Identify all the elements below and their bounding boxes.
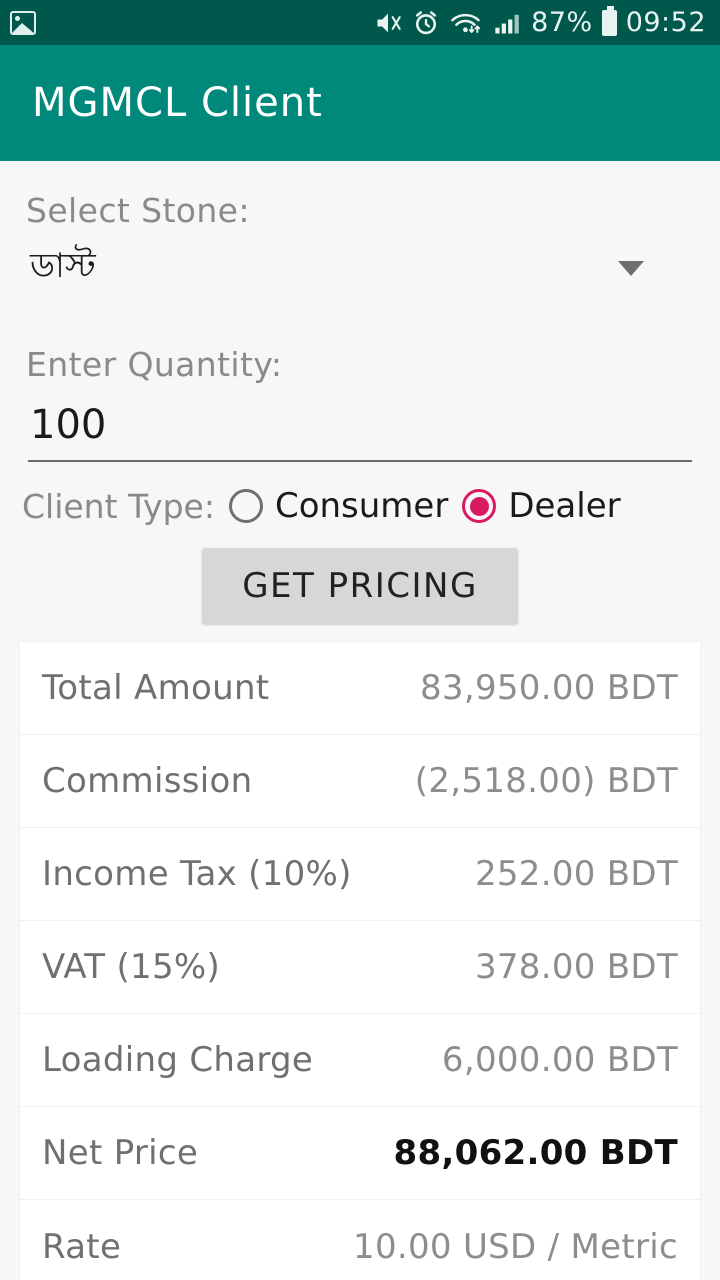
status-bar-notifications — [10, 10, 36, 35]
chevron-down-icon — [618, 261, 644, 276]
row-value: (2,518.00) BDT — [414, 761, 678, 801]
table-row: Loading Charge 6,000.00 BDT — [20, 1014, 700, 1107]
gallery-icon — [10, 10, 36, 35]
client-type-label: Client Type: — [22, 486, 215, 526]
row-label: Income Tax (10%) — [42, 854, 352, 894]
enter-quantity-label: Enter Quantity: — [26, 345, 283, 384]
row-label: VAT (15%) — [42, 947, 221, 987]
radio-dealer[interactable]: Dealer — [462, 486, 621, 526]
stone-selected-value: ডাস্ট — [30, 246, 96, 286]
stone-spinner[interactable]: ডাস্ট — [26, 236, 698, 309]
select-stone-label: Select Stone: — [26, 191, 250, 230]
enter-quantity-label-wrap: Enter Quantity: — [0, 309, 720, 384]
row-label: Rate — [42, 1226, 122, 1267]
table-row: Total Amount 83,950.00 BDT — [20, 642, 700, 735]
radio-consumer-indicator — [228, 489, 263, 523]
phone-screen: 87% 09:52 MGMCL Client Select Stone: ডাস… — [0, 0, 720, 1280]
pricing-results-table: Total Amount 83,950.00 BDT Commission (2… — [20, 642, 700, 1280]
app-bar: MGMCL Client — [0, 45, 720, 161]
table-row: Income Tax (10%) 252.00 BDT — [20, 828, 700, 921]
row-value: 88,062.00 BDT — [393, 1133, 678, 1173]
radio-consumer[interactable]: Consumer — [228, 486, 449, 526]
clock-label: 09:52 — [625, 7, 706, 38]
signal-bars-icon — [495, 14, 519, 33]
battery-percent-label: 87% — [531, 7, 593, 38]
table-row: VAT (15%) 378.00 BDT — [20, 921, 700, 1014]
client-type-row: Client Type: Consumer Dealer — [0, 462, 720, 526]
battery-icon — [601, 5, 617, 36]
main-content: Select Stone: ডাস্ট Enter Quantity: Clie… — [0, 161, 720, 1280]
select-stone-label-wrap: Select Stone: — [0, 161, 720, 230]
row-value: 6,000.00 BDT — [441, 1040, 678, 1080]
app-title: MGMCL Client — [32, 80, 323, 126]
row-label: Net Price — [42, 1133, 199, 1173]
status-bar: 87% 09:52 — [0, 0, 720, 45]
radio-consumer-label: Consumer — [274, 486, 449, 526]
row-label: Loading Charge — [42, 1040, 314, 1080]
row-label: Total Amount — [42, 668, 270, 708]
row-value: 378.00 BDT — [474, 947, 678, 987]
row-value: 83,950.00 BDT — [419, 668, 678, 708]
submit-row: GET PRICING — [0, 548, 720, 624]
radio-dealer-label: Dealer — [508, 486, 621, 526]
quantity-input[interactable] — [28, 402, 692, 448]
mute-vibrate-icon — [377, 13, 401, 32]
quantity-field-wrap — [28, 402, 692, 462]
status-bar-system: 87% 09:52 — [373, 5, 706, 38]
table-row: Rate 10.00 USD / Metric — [20, 1200, 700, 1280]
wifi-icon — [451, 13, 481, 33]
alarm-clock-icon — [416, 10, 437, 34]
row-label: Commission — [42, 761, 253, 801]
table-row: Net Price 88,062.00 BDT — [20, 1107, 700, 1200]
client-type-radio-group: Consumer Dealer — [228, 486, 621, 526]
row-value: 10.00 USD / Metric — [353, 1226, 678, 1267]
radio-dealer-indicator — [462, 489, 497, 523]
row-value: 252.00 BDT — [474, 854, 678, 894]
get-pricing-button[interactable]: GET PRICING — [202, 548, 518, 624]
table-row: Commission (2,518.00) BDT — [20, 735, 700, 828]
